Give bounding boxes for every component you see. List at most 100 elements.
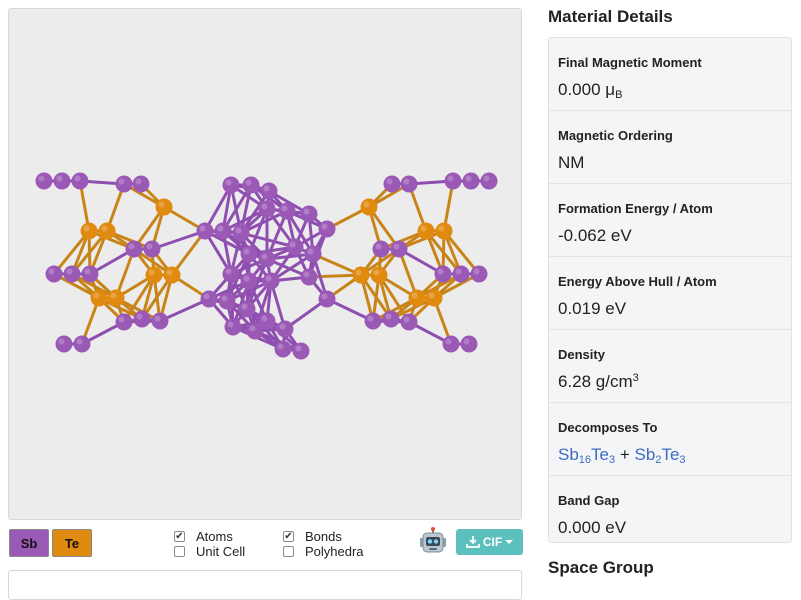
sb-atom <box>318 290 336 308</box>
atom-highlight <box>321 293 328 300</box>
atom-highlight <box>367 315 374 322</box>
legend-te: Te <box>52 529 92 557</box>
sb-atom <box>151 312 169 330</box>
atom-highlight <box>411 292 418 299</box>
atom-highlight <box>249 325 256 332</box>
detail-label: Formation Energy / Atom <box>558 201 713 216</box>
atom-highlight <box>281 205 288 212</box>
detail-value: NM <box>558 153 585 172</box>
atom-highlight <box>225 268 232 275</box>
sb-atom <box>200 290 218 308</box>
decomposition-product-link[interactable]: Sb2Te3 <box>635 445 686 466</box>
material-details-title: Material Details <box>548 7 673 26</box>
sb-atom <box>278 202 296 220</box>
decomposition-product-link[interactable]: Sb16Te3 <box>558 445 615 466</box>
viewer-controls: Sb Te ✔ Atoms Unit Cell ✔ Bonds Polyhedr… <box>8 527 523 559</box>
crystal-structure-render[interactable] <box>9 9 523 521</box>
sb-atom <box>35 172 53 190</box>
sb-atom <box>143 240 161 258</box>
download-icon <box>465 536 480 548</box>
detail-label: Energy Above Hull / Atom <box>558 274 717 289</box>
sb-atom <box>238 300 256 318</box>
export-cif-label: CIF <box>482 535 503 549</box>
atom-highlight <box>277 343 284 350</box>
sb-atom <box>132 175 150 193</box>
sb-atom <box>460 335 478 353</box>
robot-icon[interactable] <box>418 527 448 557</box>
unit-cell-checkbox[interactable] <box>174 546 185 557</box>
atom-highlight <box>465 175 472 182</box>
detail-label: Final Magnetic Moment <box>558 55 702 70</box>
polyhedra-checkbox[interactable] <box>283 546 294 557</box>
te-atom <box>360 198 378 216</box>
atom-highlight <box>84 268 91 275</box>
atom-highlight <box>438 225 445 232</box>
atom-highlight <box>118 178 125 185</box>
atom-highlight <box>373 269 380 276</box>
atom-highlight <box>265 275 272 282</box>
te-atom <box>408 289 426 307</box>
sb-atom <box>222 265 240 283</box>
te-atom <box>163 266 181 284</box>
detail-label: Decomposes To <box>558 420 658 435</box>
detail-magnetic-ordering: Magnetic Ordering NM <box>549 111 791 184</box>
sb-atom <box>240 245 258 263</box>
atom-highlight <box>66 268 73 275</box>
detail-band-gap: Band Gap 0.000 eV <box>549 476 791 542</box>
atom-highlight <box>128 243 135 250</box>
sb-atom <box>444 172 462 190</box>
detail-label: Band Gap <box>558 493 620 508</box>
atom-highlight <box>386 178 393 185</box>
lower-panel <box>8 570 522 600</box>
bonds-checkbox[interactable]: ✔ <box>283 531 294 542</box>
te-atom <box>90 289 108 307</box>
polyhedra-toggle[interactable]: Polyhedra <box>283 544 364 559</box>
atom-highlight <box>420 225 427 232</box>
atom-highlight <box>303 271 310 278</box>
atom-highlight <box>363 201 370 208</box>
atom-highlight <box>199 225 206 232</box>
structure-viewer[interactable] <box>8 8 522 520</box>
detail-magnetic-moment: Final Magnetic Moment 0.000 μB <box>549 38 791 111</box>
atom-highlight <box>93 292 100 299</box>
atom-highlight <box>445 338 452 345</box>
sb-atom <box>63 265 81 283</box>
sb-atom <box>242 176 260 194</box>
sb-atom <box>382 310 400 328</box>
sb-atom <box>462 172 480 190</box>
detail-value: 0.019 eV <box>558 299 627 318</box>
atoms-checkbox[interactable]: ✔ <box>174 531 185 542</box>
atom-highlight <box>148 269 155 276</box>
export-cif-button[interactable]: CIF <box>456 529 523 555</box>
sb-atom <box>276 320 294 338</box>
atom-highlight <box>74 175 81 182</box>
atom-highlight <box>261 253 268 260</box>
atom-highlight <box>227 321 234 328</box>
atom-highlight <box>48 268 55 275</box>
atom-highlight <box>136 313 143 320</box>
sb-atom <box>452 265 470 283</box>
sb-atom <box>55 335 73 353</box>
atom-highlight <box>38 175 45 182</box>
atom-highlight <box>428 292 435 299</box>
sb-atom <box>115 313 133 331</box>
unit-cell-toggle[interactable]: Unit Cell <box>174 544 245 559</box>
detail-value: 0.000 μB <box>558 80 623 101</box>
atoms-toggle[interactable]: ✔ Atoms <box>174 529 233 544</box>
sb-atom <box>470 265 488 283</box>
atom-highlight <box>154 315 161 322</box>
sb-atom <box>364 312 382 330</box>
sb-atom <box>300 268 318 286</box>
sb-atom <box>383 175 401 193</box>
sb-atom <box>292 342 310 360</box>
sb-atom <box>286 238 304 256</box>
bonds-toggle[interactable]: ✔ Bonds <box>283 529 342 544</box>
atom-highlight <box>221 295 228 302</box>
sb-atom <box>196 222 214 240</box>
atom-highlight <box>321 223 328 230</box>
sb-atom <box>304 245 322 263</box>
atom-highlight <box>289 241 296 248</box>
atom-highlight <box>225 179 232 186</box>
atoms-label: Atoms <box>196 529 233 544</box>
sb-atom <box>400 175 418 193</box>
